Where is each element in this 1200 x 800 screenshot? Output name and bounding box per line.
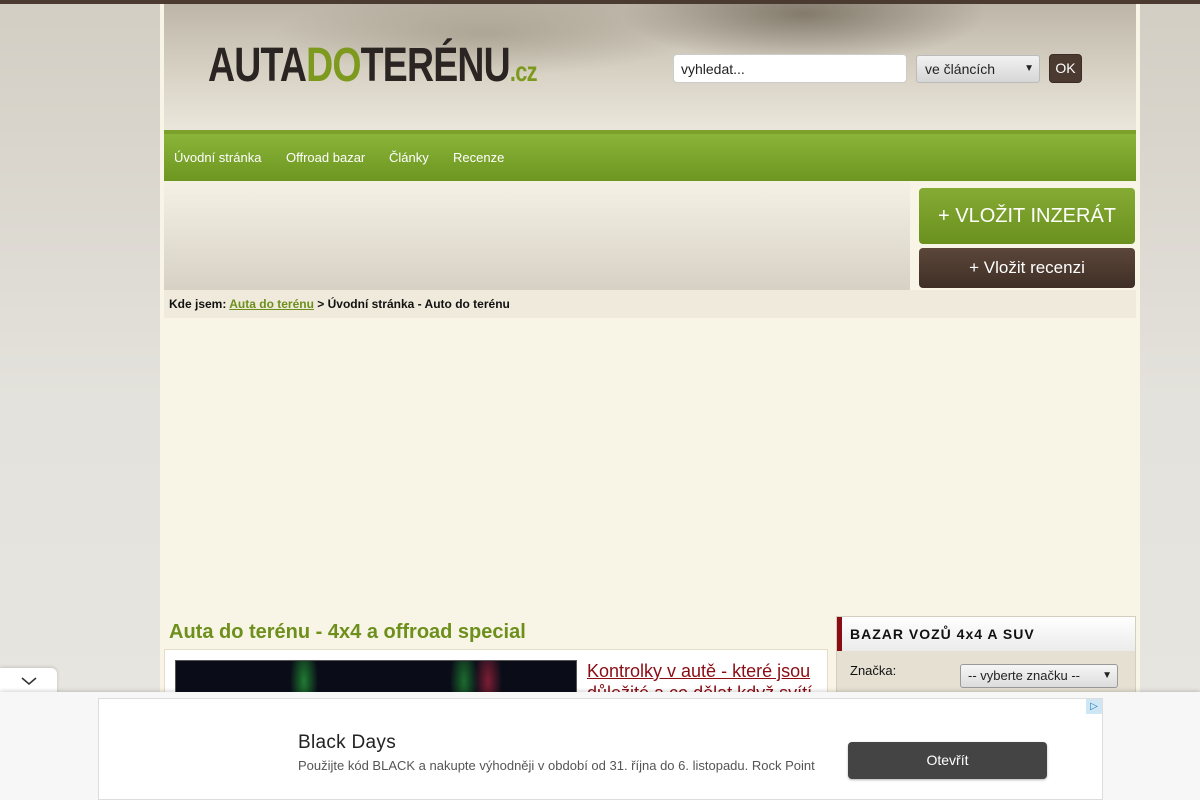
search-submit-button[interactable]: OK [1049,54,1082,83]
brand-select[interactable]: -- vyberte značku -- ▼ [960,664,1118,688]
insert-ad-button[interactable]: + VLOŽIT INZERÁT [919,188,1135,244]
breadcrumb-separator: > [317,297,325,311]
breadcrumb-current: Úvodní stránka - Auto do terénu [327,297,510,311]
brand-label: Značka: [850,663,897,678]
main-nav: Úvodní stránka Offroad bazar Články Rece… [164,134,1136,181]
chevron-down-icon: ▼ [1102,670,1112,681]
nav-item-bazar[interactable]: Offroad bazar [286,134,365,181]
chevron-down-icon [20,677,37,686]
promo-banner-area [164,181,910,290]
insert-review-button[interactable]: + Vložit recenzi [919,248,1135,288]
section-title: Auta do terénu - 4x4 a offroad special [169,621,526,643]
logo-text-terenu: TERÉNU [360,39,511,92]
logo-text-do: DO [306,39,361,92]
breadcrumb-prefix: Kde jsem: [169,297,227,311]
logo-text-auta: AUTA [208,39,307,92]
bazar-title: BAZAR VOZŮ 4x4 A SUV [837,617,1135,651]
nav-item-reviews[interactable]: Recenze [453,134,504,181]
brand-select-value: -- vyberte značku -- [968,668,1080,683]
site-header: AUTADOTERÉNU.cz ve článcích ▼ OK [164,4,1136,134]
nav-item-home[interactable]: Úvodní stránka [174,134,261,181]
breadcrumb-link-home[interactable]: Auta do terénu [229,297,314,311]
breadcrumb: Kde jsem: Auta do terénu > Úvodní stránk… [164,290,1136,318]
chevron-down-icon: ▼ [1024,63,1034,74]
search-input[interactable] [673,54,907,83]
search-scope-select[interactable]: ve článcích ▼ [916,55,1040,83]
ad-open-button[interactable]: Otevřít [848,742,1047,779]
sticky-ad-overlay: ▷ Black Days Použijte kód BLACK a nakupt… [0,692,1200,800]
search-scope-value: ve článcích [925,61,996,77]
ad-choices-icon[interactable]: ▷ [1086,699,1102,714]
page-container: AUTADOTERÉNU.cz ve článcích ▼ OK Úvodní … [160,4,1140,800]
ad-text: Použijte kód BLACK a nakupte výhodněji v… [298,758,815,773]
logo-text-tld: .cz [509,56,538,87]
ad-placeholder [164,318,1136,614]
site-logo[interactable]: AUTADOTERÉNU.cz [208,39,538,92]
ad-title: Black Days [298,732,397,753]
nav-item-articles[interactable]: Články [389,134,429,181]
ad-card[interactable]: ▷ Black Days Použijte kód BLACK a nakupt… [98,698,1103,800]
